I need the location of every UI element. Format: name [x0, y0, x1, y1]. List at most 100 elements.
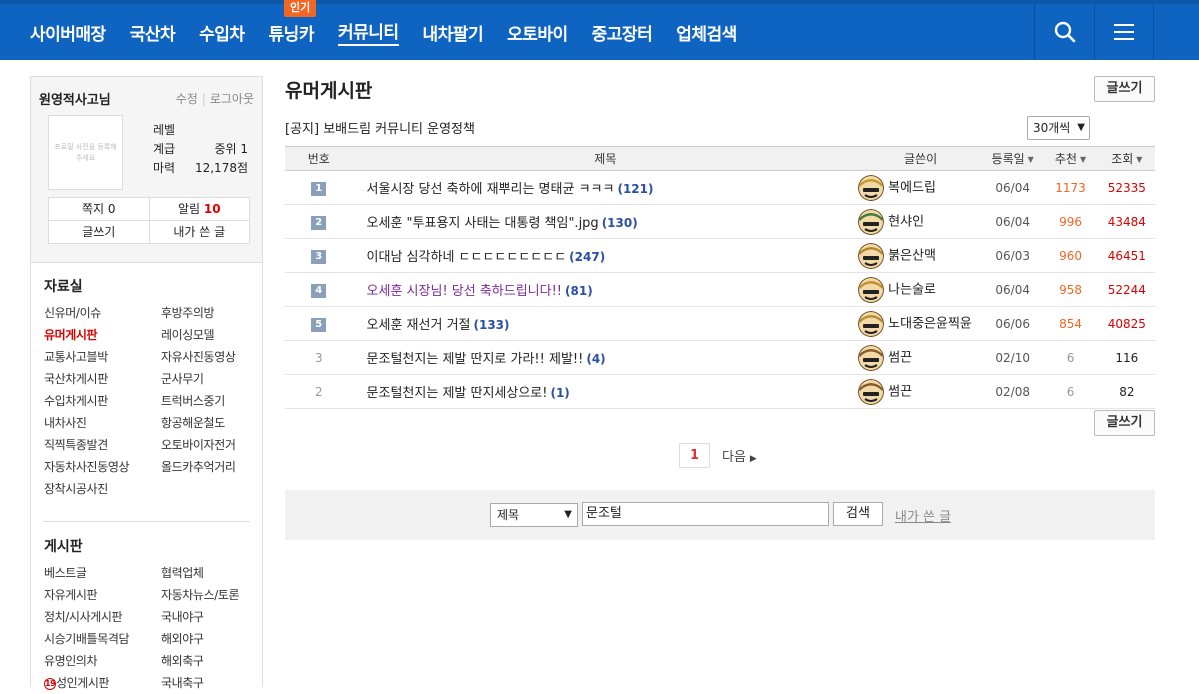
- profile-photo[interactable]: 프로필 사진을 등록해주세요: [48, 115, 123, 190]
- sidebar-link-board-4[interactable]: 정치/시사게시판: [44, 606, 161, 628]
- sidebar-link-archive-3[interactable]: 레이싱모델: [161, 324, 261, 346]
- comment-count[interactable]: (247): [569, 250, 605, 264]
- alarm-button[interactable]: 알림 10: [148, 198, 250, 220]
- sidebar-link-board-7[interactable]: 해외야구: [161, 628, 261, 650]
- sidebar-link-archive-16[interactable]: 장착시공사진: [44, 478, 161, 500]
- col-date[interactable]: 등록일 ▼: [983, 146, 1043, 171]
- sidebar-link-archive-12[interactable]: 직찍특종발견: [44, 434, 161, 456]
- sidebar-link-board-5[interactable]: 국내야구: [161, 606, 261, 628]
- post-writer[interactable]: 현샤인: [858, 204, 984, 239]
- logout-link[interactable]: 로그아웃: [210, 92, 254, 106]
- sidebar-link-board-0[interactable]: 베스트글: [44, 562, 161, 584]
- col-views[interactable]: 조회 ▼: [1098, 146, 1155, 171]
- table-row[interactable]: 3 문조털천지는 제발 딴지로 가라!! 제발!! (4) 썸끈 02/10 6 116: [285, 340, 1155, 375]
- post-title[interactable]: 서울시장 당선 축하에 재뿌리는 명태균 ㅋㅋㅋ: [367, 182, 615, 197]
- sidebar-link-board-8[interactable]: 유명인의차: [44, 650, 161, 672]
- sidebar-link-board-1[interactable]: 협력업체: [161, 562, 261, 584]
- write-button-bottom[interactable]: 글쓰기: [1094, 410, 1155, 436]
- sidebar-link-label: 유머게시판: [44, 328, 98, 342]
- nav-item-3[interactable]: 튜닝카: [269, 20, 315, 45]
- post-writer[interactable]: 노대중은윤찍윤: [858, 306, 984, 341]
- nav-item-5[interactable]: 내차팔기: [423, 20, 484, 45]
- sidebar-link-archive-15[interactable]: 올드카추억거리: [161, 456, 261, 478]
- sidebar-link-board-11[interactable]: 국내축구: [161, 672, 261, 694]
- table-row[interactable]: 5 오세훈 재선거 거절 (133) 노대중은윤찍윤 06/06 854 40825: [285, 306, 1155, 341]
- my-posts-button[interactable]: 내가 쓴 글: [148, 221, 250, 243]
- post-title[interactable]: 문조털천지는 제발 딴지세상으로!: [367, 386, 548, 401]
- sidebar-link-archive-7[interactable]: 군사무기: [161, 368, 261, 390]
- menu-button[interactable]: [1094, 4, 1154, 60]
- table-row[interactable]: 1 서울시장 당선 축하에 재뿌리는 명태균 ㅋㅋㅋ (121) 복에드립 06/04 1…: [285, 170, 1155, 205]
- sidebar-link-archive-4[interactable]: 교통사고블박: [44, 346, 161, 368]
- sidebar-link-archive-6[interactable]: 국산차게시판: [44, 368, 161, 390]
- per-page-select[interactable]: 30개씩 ▼: [1027, 116, 1090, 140]
- search-submit-button[interactable]: 검색: [833, 502, 883, 526]
- post-title[interactable]: 오세훈 "투표용지 사태는 대통령 책임".jpg: [367, 216, 599, 231]
- post-subject[interactable]: 문조털천지는 제발 딴지세상으로! (1): [352, 374, 859, 409]
- comment-count[interactable]: (130): [602, 216, 638, 230]
- comment-count[interactable]: (133): [474, 318, 510, 332]
- post-date: 06/04: [983, 204, 1043, 239]
- sidebar-link-board-9[interactable]: 해외축구: [161, 650, 261, 672]
- writer-name: 현샤인: [888, 214, 925, 229]
- messages-button[interactable]: 쪽지 0: [49, 198, 149, 220]
- sidebar-link-archive-0[interactable]: 신유머/이슈: [44, 302, 161, 324]
- post-subject[interactable]: 오세훈 "투표용지 사태는 대통령 책임".jpg (130): [352, 204, 859, 239]
- page-current[interactable]: 1: [679, 443, 710, 468]
- post-writer[interactable]: 나는술로: [858, 272, 984, 307]
- nav-item-2[interactable]: 수입차: [199, 20, 245, 45]
- table-row[interactable]: 4 오세훈 시장님! 당선 축하드립니다!! (81) 나는술로 06/04 958 522…: [285, 272, 1155, 307]
- post-writer[interactable]: 붉은산맥: [858, 238, 984, 273]
- sidebar-link-archive-2[interactable]: 유머게시판: [44, 324, 161, 346]
- post-title[interactable]: 이대남 심각하네 ㄷㄷㄷㄷㄷㄷㄷㄷㄷ: [367, 250, 567, 265]
- post-title[interactable]: 오세훈 재선거 거절: [367, 318, 471, 333]
- col-rec[interactable]: 추천 ▼: [1042, 146, 1099, 171]
- sidebar-link-archive-11[interactable]: 항공해운철도: [161, 412, 261, 434]
- comment-count[interactable]: (121): [617, 182, 653, 196]
- post-writer[interactable]: 썸끈: [858, 374, 984, 409]
- comment-count[interactable]: (4): [586, 352, 605, 366]
- sidebar-link-board-10[interactable]: 19성인게시판: [44, 672, 161, 694]
- nav-item-6[interactable]: 오토바이: [507, 20, 568, 45]
- notice-link[interactable]: [공지] 보배드림 커뮤니티 운영정책: [285, 118, 475, 137]
- table-row[interactable]: 3 이대남 심각하네 ㄷㄷㄷㄷㄷㄷㄷㄷㄷ (247) 붉은산맥 06/03 960 4645…: [285, 238, 1155, 273]
- write-button-top[interactable]: 글쓰기: [1094, 76, 1155, 102]
- post-title[interactable]: 오세훈 시장님! 당선 축하드립니다!!: [367, 284, 562, 299]
- sidebar-link-label: 국내축구: [161, 676, 204, 690]
- sidebar-link-board-3[interactable]: 자동차뉴스/토론: [161, 584, 261, 606]
- nav-item-0[interactable]: 사이버매장: [30, 20, 106, 45]
- sidebar-link-archive-14[interactable]: 자동차사진동영상: [44, 456, 161, 478]
- sidebar-section-archive: 자료실 신유머/이슈 후방주의방 유머게시판 레이싱모델 교통사고블박 자유사진동영상 국산…: [31, 276, 262, 500]
- sidebar-link-archive-8[interactable]: 수입차게시판: [44, 390, 161, 412]
- table-row[interactable]: 2 오세훈 "투표용지 사태는 대통령 책임".jpg (130) 현샤인 06/04 9…: [285, 204, 1155, 239]
- sidebar-link-archive-1[interactable]: 후방주의방: [161, 302, 261, 324]
- comment-count[interactable]: (1): [550, 386, 569, 400]
- post-subject[interactable]: 오세훈 시장님! 당선 축하드립니다!! (81): [352, 272, 859, 307]
- sidebar-link-archive-10[interactable]: 내차사진: [44, 412, 161, 434]
- my-posts-link[interactable]: 내가 쓴 글: [895, 506, 951, 525]
- nav-item-7[interactable]: 중고장터: [592, 20, 653, 45]
- nav-item-8[interactable]: 업체검색: [676, 20, 737, 45]
- sidebar-write-button[interactable]: 글쓰기: [49, 221, 149, 243]
- post-subject[interactable]: 이대남 심각하네 ㄷㄷㄷㄷㄷㄷㄷㄷㄷ (247): [352, 238, 859, 273]
- search-button[interactable]: [1034, 4, 1094, 60]
- post-writer[interactable]: 썸끈: [858, 340, 984, 375]
- edit-profile-link[interactable]: 수정: [176, 92, 198, 106]
- comment-count[interactable]: (81): [565, 284, 593, 298]
- search-field-select[interactable]: 제목 ▼: [490, 503, 578, 527]
- table-row[interactable]: 2 문조털천지는 제발 딴지세상으로! (1) 썸끈 02/08 6 82: [285, 374, 1155, 409]
- nav-item-1[interactable]: 국산차: [130, 20, 176, 45]
- sidebar-link-board-6[interactable]: 시승기배틀목격담: [44, 628, 161, 650]
- post-writer[interactable]: 복에드립: [858, 170, 984, 205]
- nav-item-4[interactable]: 커뮤니티: [337, 18, 399, 46]
- post-subject[interactable]: 서울시장 당선 축하에 재뿌리는 명태균 ㅋㅋㅋ (121): [352, 170, 859, 205]
- sidebar-link-archive-9[interactable]: 트럭버스중기: [161, 390, 261, 412]
- sidebar-link-archive-5[interactable]: 자유사진동영상: [161, 346, 261, 368]
- sidebar-link-board-2[interactable]: 자유게시판: [44, 584, 161, 606]
- sidebar-link-archive-13[interactable]: 오토바이자전거: [161, 434, 261, 456]
- post-subject[interactable]: 오세훈 재선거 거절 (133): [352, 306, 859, 341]
- post-subject[interactable]: 문조털천지는 제발 딴지로 가라!! 제발!! (4): [352, 340, 859, 375]
- post-title[interactable]: 문조털천지는 제발 딴지로 가라!! 제발!!: [367, 352, 584, 367]
- search-input[interactable]: 문조털: [582, 502, 829, 526]
- page-next[interactable]: 다음 ▶: [722, 446, 757, 465]
